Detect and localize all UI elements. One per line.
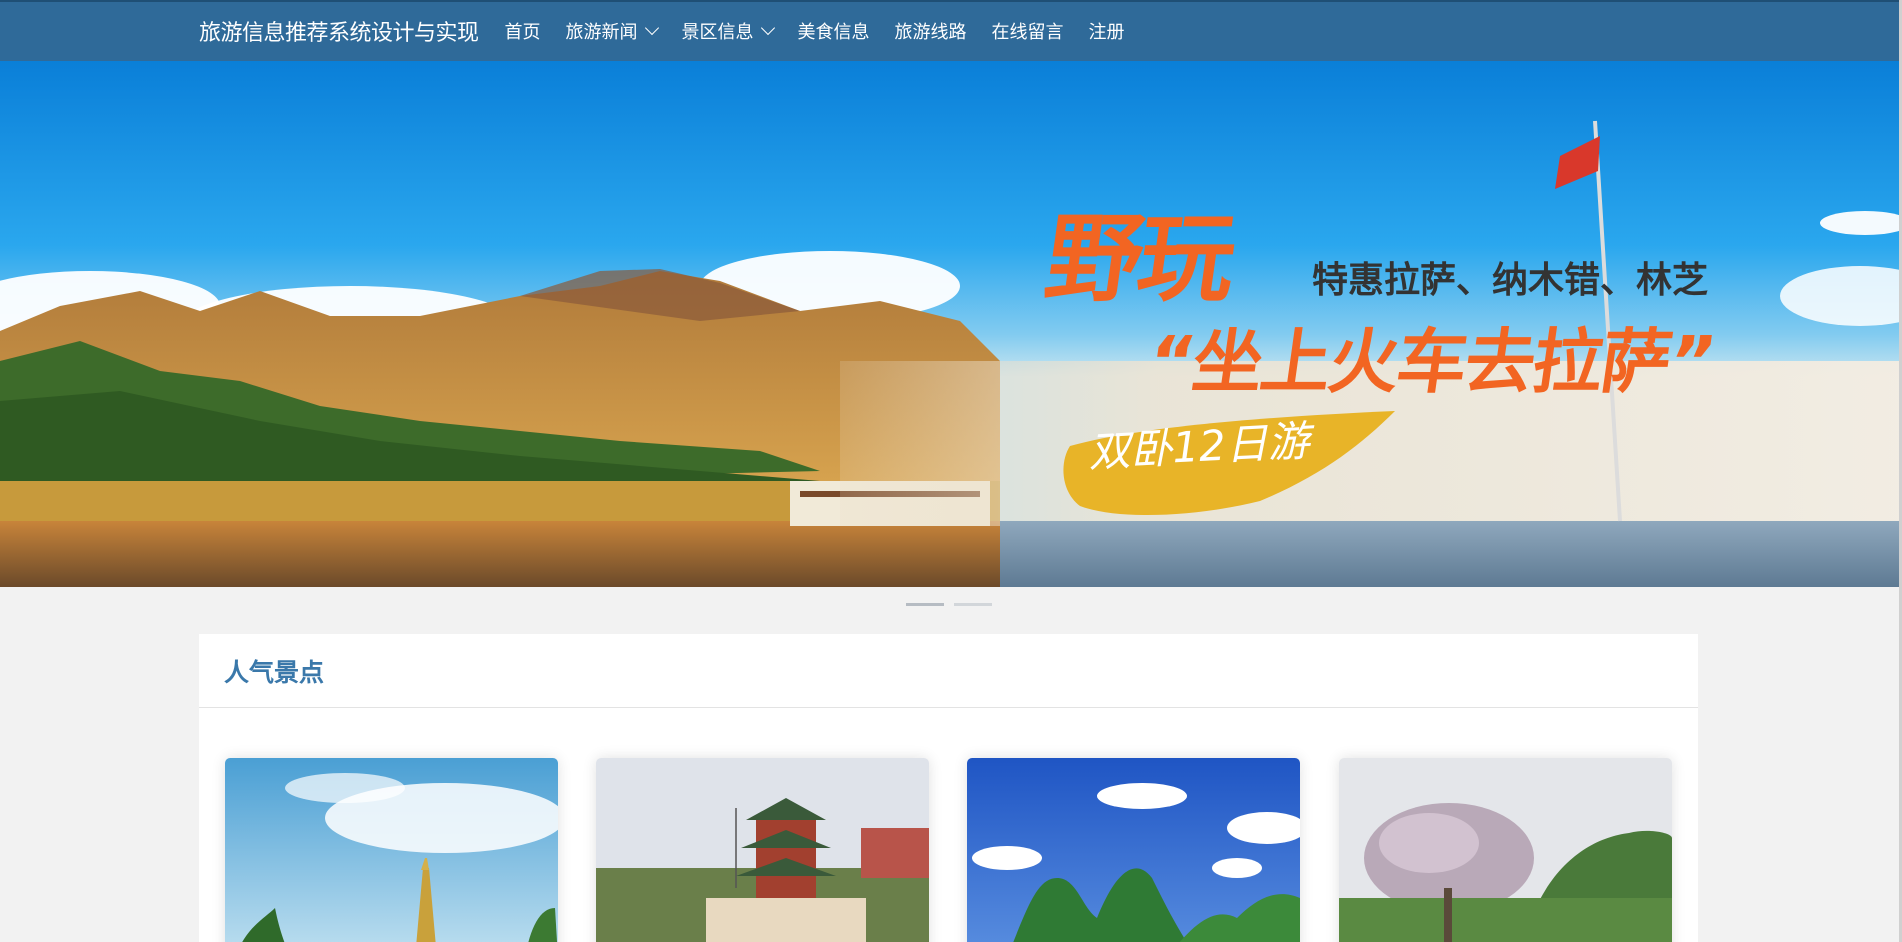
carousel-indicators xyxy=(0,599,1899,609)
nav-item-scenic-info[interactable]: 景区信息 xyxy=(681,18,775,44)
spot-card-3[interactable] xyxy=(967,758,1300,942)
carousel-dot-1[interactable] xyxy=(906,603,944,606)
banner-slogan: “坐上火车去拉萨” xyxy=(1143,321,1720,403)
blossom-tree-image xyxy=(1339,758,1672,942)
nav-label: 旅游新闻 xyxy=(565,21,638,43)
banner-subline: 特惠拉萨、纳木错、林芝 xyxy=(1312,260,1709,301)
nav-item-home[interactable]: 首页 xyxy=(505,18,541,44)
nav-label: 在线留言 xyxy=(991,21,1064,43)
banner-headline: 野玩 xyxy=(1038,203,1239,315)
spot-card-1[interactable] xyxy=(225,758,558,942)
pagoda-sky-image xyxy=(225,758,558,942)
section-title: 人气景点 xyxy=(224,657,325,687)
karst-mountains-image xyxy=(967,758,1300,942)
hero-banner[interactable]: 野玩 特惠拉萨、纳木错、林芝 “坐上火车去拉萨” 双卧12日游 xyxy=(0,61,1899,587)
spot-card-4[interactable] xyxy=(1339,758,1672,942)
nav-item-food-info[interactable]: 美食信息 xyxy=(798,18,870,44)
nav-label: 首页 xyxy=(504,21,541,43)
nav-label: 注册 xyxy=(1088,21,1125,43)
nav-label: 美食信息 xyxy=(797,21,870,43)
nav-label: 景区信息 xyxy=(681,21,754,43)
chevron-down-icon xyxy=(760,20,775,35)
nav-item-travel-routes[interactable]: 旅游线路 xyxy=(895,18,967,44)
popular-spots-panel: 人气景点 xyxy=(199,634,1698,942)
nav-item-travel-news[interactable]: 旅游新闻 xyxy=(565,18,659,44)
spot-card-2[interactable] xyxy=(596,758,929,942)
nav-label: 旅游线路 xyxy=(894,21,967,43)
site-brand[interactable]: 旅游信息推荐系统设计与实现 xyxy=(199,15,479,47)
nav-item-guestbook[interactable]: 在线留言 xyxy=(992,18,1064,44)
panel-header: 人气景点 xyxy=(199,634,1698,708)
top-navbar: 旅游信息推荐系统设计与实现 首页 旅游新闻 景区信息 美食信息 旅游线路 在线留… xyxy=(0,0,1902,61)
nav-item-register[interactable]: 注册 xyxy=(1089,18,1125,44)
nav-inner: 旅游信息推荐系统设计与实现 首页 旅游新闻 景区信息 美食信息 旅游线路 在线留… xyxy=(199,2,1150,59)
banner-tag: 双卧12日游 xyxy=(1087,416,1311,477)
chevron-down-icon xyxy=(644,20,659,35)
carousel-dot-2[interactable] xyxy=(954,603,992,606)
temple-pavilion-image xyxy=(596,758,929,942)
